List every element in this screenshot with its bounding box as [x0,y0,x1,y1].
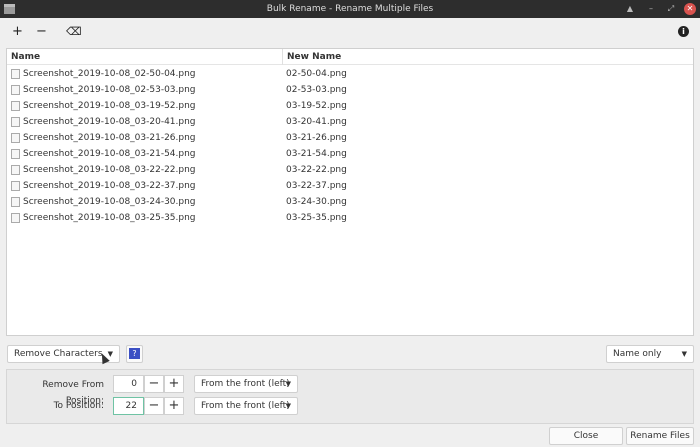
file-name: Screenshot_2019-10-08_02-53-03.png [23,85,196,95]
rename-mode-value: Remove Characters [14,349,103,359]
keep-above-icon[interactable]: ▲ [624,3,636,15]
table-row[interactable]: Screenshot_2019-10-08_03-20-41.png 03-20-… [7,114,693,130]
file-name: Screenshot_2019-10-08_03-21-26.png [23,133,196,143]
rename-files-button[interactable]: Rename Files [626,427,694,445]
from-direction-value: From the front (left) [201,379,290,389]
table-row[interactable]: Screenshot_2019-10-08_03-21-26.png 03-21-… [7,130,693,146]
column-name[interactable]: Name [11,49,40,65]
title-bar: Bulk Rename - Rename Multiple Files [0,0,700,18]
file-name: Screenshot_2019-10-08_03-22-22.png [23,165,196,175]
table-row[interactable]: Screenshot_2019-10-08_02-50-04.png 02-50-… [7,66,693,82]
file-name: Screenshot_2019-10-08_03-21-54.png [23,149,196,159]
file-name: Screenshot_2019-10-08_03-25-35.png [23,213,196,223]
file-name: Screenshot_2019-10-08_03-24-30.png [23,197,196,207]
new-file-name: 02-53-03.png [286,85,347,95]
list-header: Name New Name [7,49,693,65]
chevron-down-icon: ▼ [681,350,687,358]
file-name: Screenshot_2019-10-08_03-20-41.png [23,117,196,127]
image-file-icon [11,165,20,175]
table-row[interactable]: Screenshot_2019-10-08_03-25-35.png 03-25-… [7,210,693,226]
new-file-name: 03-22-37.png [286,181,347,191]
image-file-icon [11,85,20,95]
image-file-icon [11,117,20,127]
to-direction-dropdown[interactable]: From the front (left) ▼ [194,397,298,415]
minimize-icon[interactable]: – [645,3,657,15]
remove-files-button[interactable]: − [36,24,47,40]
chevron-down-icon: ▼ [285,402,291,410]
maximize-icon[interactable]: ⤢ [665,3,677,15]
image-file-icon [11,69,20,79]
new-file-name: 03-25-35.png [286,213,347,223]
from-direction-dropdown[interactable]: From the front (left) ▼ [194,375,298,393]
close-button[interactable]: Close [549,427,623,445]
to-direction-value: From the front (left) [201,401,290,411]
new-file-name: 03-21-26.png [286,133,347,143]
info-button[interactable]: i [678,26,689,37]
help-icon: ? [129,348,140,359]
new-file-name: 03-21-54.png [286,149,347,159]
scope-value: Name only [613,349,662,359]
new-file-name: 03-22-22.png [286,165,347,175]
new-file-name: 03-20-41.png [286,117,347,127]
table-row[interactable]: Screenshot_2019-10-08_02-53-03.png 02-53-… [7,82,693,98]
image-file-icon [11,133,20,143]
to-position-label: To Position: [53,401,104,411]
close-window-icon[interactable]: ✕ [684,3,696,15]
add-files-button[interactable]: + [12,24,23,40]
table-row[interactable]: Screenshot_2019-10-08_03-22-37.png 03-22-… [7,178,693,194]
from-decrement-button[interactable]: − [144,375,164,393]
new-file-name: 02-50-04.png [286,69,347,79]
table-row[interactable]: Screenshot_2019-10-08_03-24-30.png 03-24-… [7,194,693,210]
to-position-input[interactable]: 22 [113,397,144,415]
image-file-icon [11,181,20,191]
new-file-name: 03-24-30.png [286,197,347,207]
image-file-icon [11,149,20,159]
file-name: Screenshot_2019-10-08_03-19-52.png [23,101,196,111]
window-title: Bulk Rename - Rename Multiple Files [266,4,434,14]
table-row[interactable]: Screenshot_2019-10-08_03-21-54.png 03-21-… [7,146,693,162]
chevron-down-icon: ▼ [285,380,291,388]
clear-list-button[interactable]: ⌫ [66,24,82,40]
app-icon [4,4,15,14]
help-button[interactable]: ? [126,345,143,363]
table-row[interactable]: Screenshot_2019-10-08_03-19-52.png 03-19-… [7,98,693,114]
new-file-name: 03-19-52.png [286,101,347,111]
image-file-icon [11,101,20,111]
file-name: Screenshot_2019-10-08_02-50-04.png [23,69,196,79]
from-position-input[interactable]: 0 [113,375,144,393]
to-increment-button[interactable]: + [164,397,184,415]
scope-dropdown[interactable]: Name only ▼ [606,345,694,363]
options-group [6,369,694,424]
image-file-icon [11,197,20,207]
file-list[interactable]: Name New Name Screenshot_2019-10-08_02-5… [6,48,694,336]
from-increment-button[interactable]: + [164,375,184,393]
image-file-icon [11,213,20,223]
to-decrement-button[interactable]: − [144,397,164,415]
column-new-name[interactable]: New Name [282,49,341,65]
file-name: Screenshot_2019-10-08_03-22-37.png [23,181,196,191]
table-row[interactable]: Screenshot_2019-10-08_03-22-22.png 03-22-… [7,162,693,178]
